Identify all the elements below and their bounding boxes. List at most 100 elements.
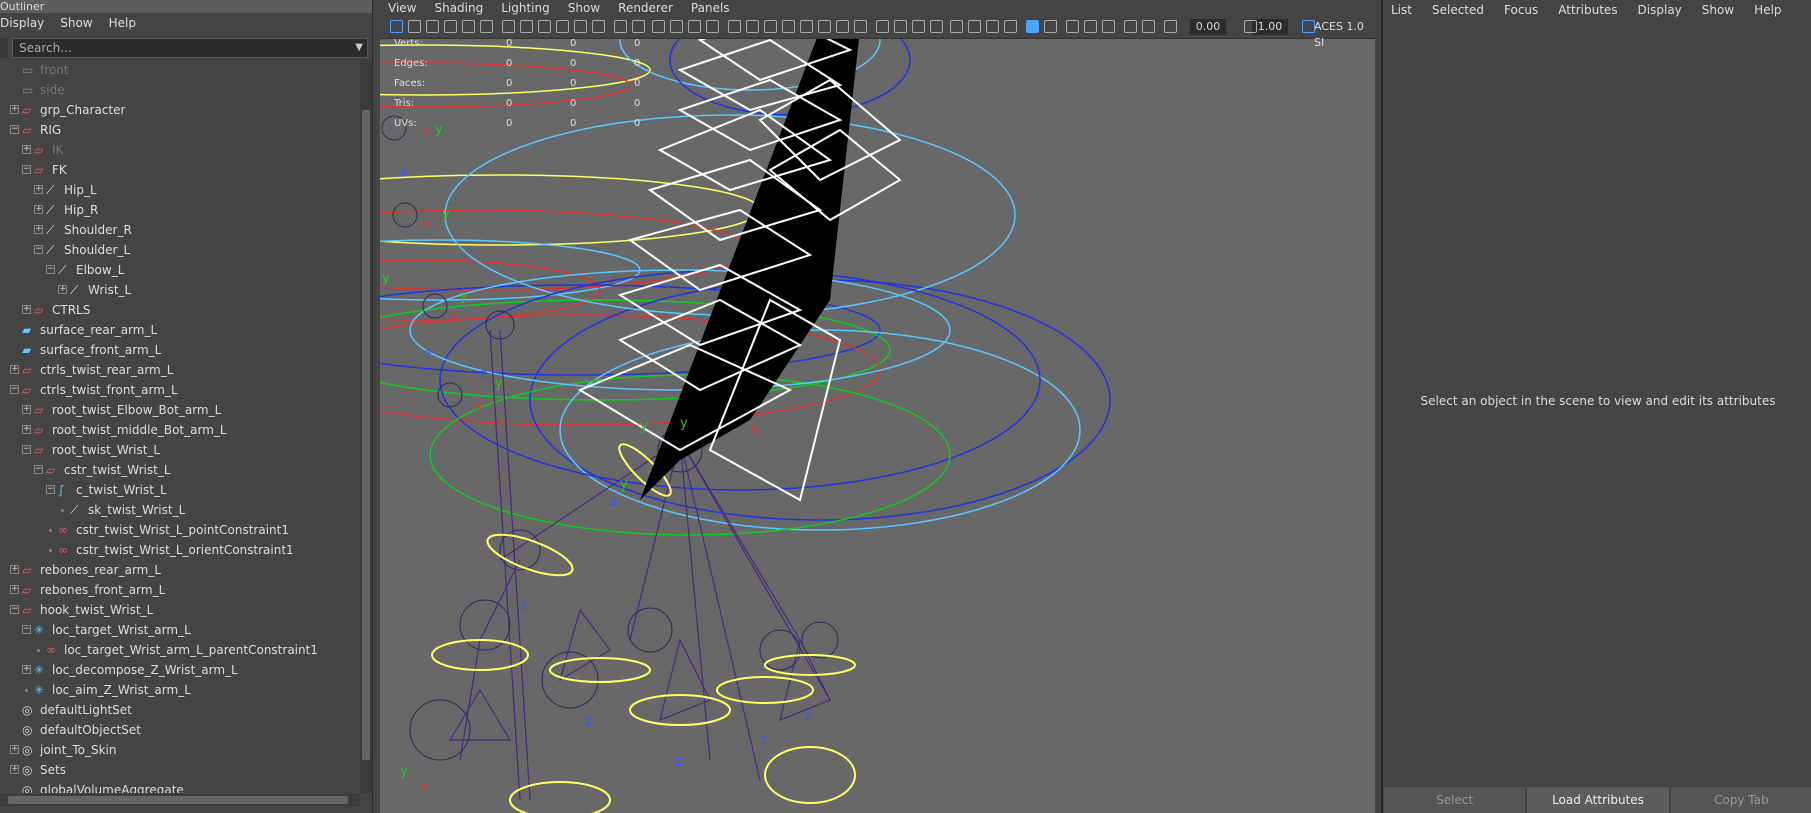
collapse-icon[interactable]: − [22, 445, 31, 454]
collapse-icon[interactable]: − [46, 265, 55, 274]
outliner-item[interactable]: ✳ loc_aim_Z_Wrist_arm_L [0, 680, 360, 700]
expand-icon[interactable]: + [34, 205, 43, 214]
toolbar-toggle-icon[interactable] [1302, 20, 1315, 33]
outliner-item[interactable]: + ▱ CTRLS [0, 300, 360, 320]
vp-menu-panels[interactable]: Panels [691, 1, 730, 15]
chevron-down-icon[interactable]: ▼ [355, 39, 363, 57]
toolbar-toggle-icon[interactable] [390, 20, 403, 33]
toolbar-toggle-icon[interactable] [706, 20, 719, 33]
expand-icon[interactable]: + [34, 185, 43, 194]
toolbar-toggle-icon[interactable] [614, 20, 627, 33]
outliner-item[interactable]: − ✳ loc_target_Wrist_arm_L [0, 620, 360, 640]
collapse-icon[interactable]: − [10, 605, 19, 614]
toolbar-toggle-icon[interactable] [930, 20, 943, 33]
toolbar-toggle-icon[interactable] [1244, 20, 1257, 33]
collapse-icon[interactable]: − [46, 485, 55, 494]
outliner-item[interactable]: + ◎ Sets [0, 760, 360, 780]
expand-icon[interactable]: + [22, 305, 31, 314]
expand-icon[interactable]: + [22, 145, 31, 154]
expand-icon[interactable]: + [10, 585, 19, 594]
outliner-item[interactable]: − ⟋ Elbow_L [0, 260, 360, 280]
toolbar-toggle-icon[interactable] [728, 20, 741, 33]
outliner-horizontal-scrollbar[interactable] [0, 794, 360, 806]
outliner-menu-show[interactable]: Show [60, 16, 92, 30]
outliner-item[interactable]: − ▱ FK [0, 160, 360, 180]
outliner-item[interactable]: − ⟋ Shoulder_L [0, 240, 360, 260]
toolbar-toggle-icon[interactable] [764, 20, 777, 33]
toolbar-toggle-icon[interactable] [746, 20, 759, 33]
attr-menu-attributes[interactable]: Attributes [1558, 3, 1617, 17]
outliner-item[interactable]: ∞ loc_target_Wrist_arm_L_parentConstraint… [0, 640, 360, 660]
vp-menu-view[interactable]: View [388, 1, 416, 15]
toolbar-toggle-icon[interactable] [592, 20, 605, 33]
outliner-item[interactable]: ▭ front [0, 60, 360, 80]
toolbar-toggle-icon[interactable] [1142, 20, 1155, 33]
outliner-menu-display[interactable]: Display [0, 16, 44, 30]
outliner-item[interactable]: + ▱ rebones_rear_arm_L [0, 560, 360, 580]
toolbar-toggle-icon[interactable] [836, 20, 849, 33]
toolbar-toggle-icon[interactable] [1026, 20, 1039, 33]
exposure-field[interactable]: 0.00 [1190, 19, 1226, 35]
outliner-item[interactable]: + ▱ root_twist_middle_Bot_arm_L [0, 420, 360, 440]
panel-handle[interactable] [0, 38, 8, 58]
vp-menu-lighting[interactable]: Lighting [501, 1, 550, 15]
toolbar-toggle-icon[interactable] [538, 20, 551, 33]
toolbar-toggle-icon[interactable] [800, 20, 813, 33]
toolbar-toggle-icon[interactable] [1066, 20, 1079, 33]
outliner-item[interactable]: − ∫ c_twist_Wrist_L [0, 480, 360, 500]
outliner-item[interactable]: − ▱ RIG [0, 120, 360, 140]
toolbar-toggle-icon[interactable] [670, 20, 683, 33]
toolbar-toggle-icon[interactable] [1102, 20, 1115, 33]
toolbar-toggle-icon[interactable] [520, 20, 533, 33]
collapse-icon[interactable]: − [22, 165, 31, 174]
expand-icon[interactable]: + [34, 225, 43, 234]
outliner-item[interactable]: + ✳ loc_decompose_Z_Wrist_arm_L [0, 660, 360, 680]
scrollbar-thumb[interactable] [362, 110, 370, 760]
select-button[interactable]: Select [1384, 787, 1526, 813]
outliner-search-input[interactable]: Search... ▼ [12, 38, 368, 58]
toolbar-toggle-icon[interactable] [652, 20, 665, 33]
collapse-icon[interactable]: − [34, 465, 43, 474]
outliner-vertical-scrollbar[interactable] [360, 60, 372, 793]
toolbar-toggle-icon[interactable] [426, 20, 439, 33]
toolbar-toggle-icon[interactable] [1044, 20, 1057, 33]
toolbar-toggle-icon[interactable] [782, 20, 795, 33]
outliner-item[interactable]: − ▱ hook_twist_Wrist_L [0, 600, 360, 620]
outliner-item[interactable]: ∞ cstr_twist_Wrist_L_pointConstraint1 [0, 520, 360, 540]
outliner-item[interactable]: + ▱ ctrls_twist_rear_arm_L [0, 360, 360, 380]
toolbar-toggle-icon[interactable] [1004, 20, 1017, 33]
outliner-item[interactable]: − ▱ ctrls_twist_front_arm_L [0, 380, 360, 400]
attr-menu-show[interactable]: Show [1702, 3, 1734, 17]
attr-menu-selected[interactable]: Selected [1432, 3, 1484, 17]
outliner-item[interactable]: ▰ surface_rear_arm_L [0, 320, 360, 340]
attr-menu-help[interactable]: Help [1754, 3, 1781, 17]
toolbar-toggle-icon[interactable] [986, 20, 999, 33]
outliner-item[interactable]: ◎ defaultObjectSet [0, 720, 360, 740]
toolbar-toggle-icon[interactable] [894, 20, 907, 33]
outliner-item[interactable]: + ⟋ Hip_R [0, 200, 360, 220]
outliner-item[interactable]: + ◎ joint_To_Skin [0, 740, 360, 760]
scrollbar-thumb[interactable] [8, 796, 348, 804]
toolbar-toggle-icon[interactable] [574, 20, 587, 33]
outliner-item[interactable]: + ▱ IK [0, 140, 360, 160]
toolbar-toggle-icon[interactable] [632, 20, 645, 33]
toolbar-toggle-icon[interactable] [556, 20, 569, 33]
outliner-item[interactable]: ◎ globalVolumeAggregate [0, 780, 360, 793]
collapse-icon[interactable]: − [10, 385, 19, 394]
toolbar-toggle-icon[interactable] [1164, 20, 1177, 33]
outliner-item[interactable]: + ⟋ Wrist_L [0, 280, 360, 300]
vp-menu-renderer[interactable]: Renderer [618, 1, 673, 15]
colorspace-label[interactable]: ACES 1.0 SI [1314, 19, 1374, 49]
outliner-item[interactable]: ∞ cstr_twist_Wrist_L_orientConstraint1 [0, 540, 360, 560]
toolbar-toggle-icon[interactable] [1084, 20, 1097, 33]
copy-tab-button[interactable]: Copy Tab [1670, 787, 1811, 813]
expand-icon[interactable]: + [22, 425, 31, 434]
toolbar-toggle-icon[interactable] [912, 20, 925, 33]
outliner-menu-help[interactable]: Help [109, 16, 136, 30]
outliner-item[interactable]: ◎ defaultLightSet [0, 700, 360, 720]
toolbar-toggle-icon[interactable] [1124, 20, 1137, 33]
outliner-item[interactable]: + ▱ rebones_front_arm_L [0, 580, 360, 600]
expand-icon[interactable]: + [22, 405, 31, 414]
toolbar-toggle-icon[interactable] [876, 20, 889, 33]
attr-menu-focus[interactable]: Focus [1504, 3, 1538, 17]
